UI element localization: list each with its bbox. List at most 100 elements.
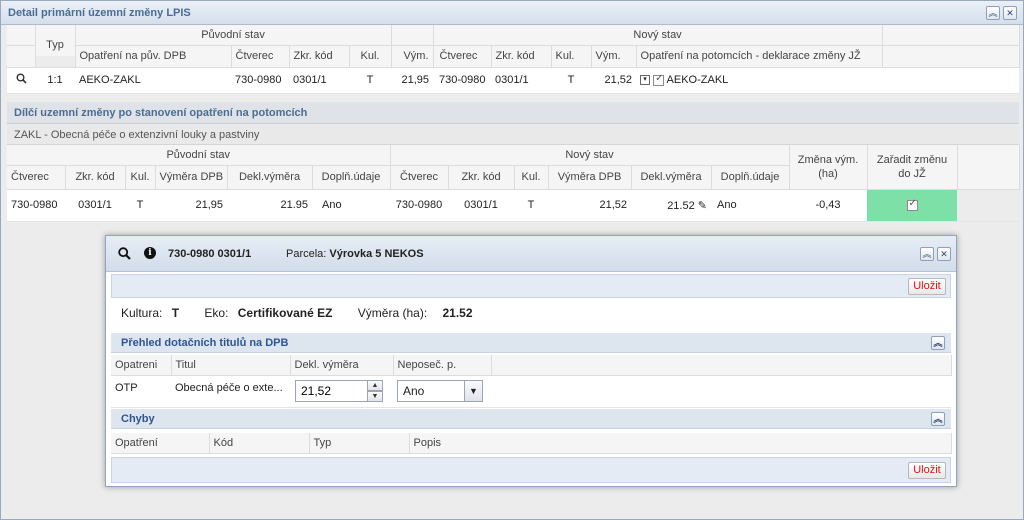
kultura-value: T xyxy=(171,306,180,320)
col-header-new-opatreni: Opatření na potomcích - deklarace změny … xyxy=(636,45,883,68)
col-header-zmena: Změna vým. xyxy=(797,153,859,166)
close-icon[interactable]: ✕ xyxy=(1003,6,1017,20)
eko-label: Eko: xyxy=(204,306,229,320)
group-header-original: Původní stav xyxy=(75,25,392,46)
collapse-icon[interactable]: ︽ xyxy=(986,6,1000,20)
row2-kul: T xyxy=(125,189,155,222)
row2-new-dekl: 21.52 xyxy=(667,199,695,212)
chevron-down-icon[interactable]: ▼ xyxy=(464,381,482,401)
eko-value: Certifikované EZ xyxy=(237,306,333,320)
parcel-detail-popup: i 730-0980 0301/1 Parcela: Výrovka 5 NEK… xyxy=(105,235,957,487)
spin-down-icon[interactable]: ▼ xyxy=(367,391,383,402)
col2-header-zkr-kod: Zkr. kód xyxy=(65,165,126,190)
vymera-value: 21.52 xyxy=(442,306,473,320)
col2-header-dekl: Dekl.výměra xyxy=(227,165,313,190)
col2-header-new-vymera-dpb: Výměra DPB xyxy=(548,165,632,190)
row2-dopln: Ano xyxy=(312,189,390,222)
col-header-zaradit: Zařadit změnu xyxy=(876,153,948,166)
row-new-ctverec: 730-0980 xyxy=(433,67,492,94)
spin-up-icon[interactable]: ▲ xyxy=(367,380,383,391)
titles-header-neposec: Neposeč. p. xyxy=(393,355,492,376)
col-header-opatreni: Opatření na pův. DPB xyxy=(75,45,232,68)
col-header-zmena-unit: (ha) xyxy=(818,167,838,180)
row2-dekl: 21.95 xyxy=(227,189,312,222)
assign-change-checkbox[interactable] xyxy=(906,198,918,211)
row-new-kul: T xyxy=(551,67,592,94)
parcel-label: Parcela: xyxy=(286,248,327,260)
vymera-label: Výměra (ha): xyxy=(357,306,428,320)
errors-section-title: Chyby xyxy=(121,413,155,425)
col2-header-new-zkr-kod: Zkr. kód xyxy=(448,165,515,190)
errors-table: Opatření Kód Typ Popis xyxy=(111,433,952,454)
top-table: Původní stav Nový stav Typ Opatření na p… xyxy=(7,25,1020,94)
row-typ: 1:1 xyxy=(35,67,75,94)
errors-header-typ: Typ xyxy=(309,433,410,454)
titles-row-opatreni: OTP xyxy=(111,375,171,408)
col-header-new-zkr-kod: Zkr. kód xyxy=(491,45,552,68)
save-button-bottom[interactable]: Uložit xyxy=(908,462,946,479)
col2-header-ctverec: Čtverec xyxy=(7,165,66,190)
col-header-zkr-kod: Zkr. kód xyxy=(289,45,350,68)
row2-zkr-kod: 0301/1 xyxy=(65,189,125,222)
neposec-select[interactable]: Ano ▼ xyxy=(397,380,483,402)
pencil-icon[interactable]: ✎ xyxy=(698,200,707,212)
row-kul: T xyxy=(349,67,392,94)
parcel-info-row: Kultura: T Eko: Certifikované EZ Výměra … xyxy=(121,306,495,320)
col2-header-new-kul: Kul. xyxy=(514,165,549,190)
titles-header-opatreni: Opatreni xyxy=(111,355,172,376)
titles-section-title: Přehled dotačních titulů na DPB xyxy=(121,337,289,349)
popup-block-code: 730-0980 0301/1 xyxy=(168,248,252,260)
row-new-vym: 21,52 xyxy=(591,67,637,94)
col2-header-new-ctverec: Čtverec xyxy=(390,165,449,190)
row2-new-vymera-dpb: 21,52 xyxy=(548,189,631,222)
row-zkr-kod: 0301/1 xyxy=(289,67,349,94)
window-header: Detail primární územní změny LPIS ︽ ✕ xyxy=(1,1,1023,25)
popup-toolbar-top: Uložit xyxy=(111,274,951,298)
row-vym: 21,95 xyxy=(391,67,434,94)
expand-icon[interactable]: ▾ xyxy=(640,75,651,86)
window-title: Detail primární územní změny LPIS xyxy=(8,7,191,19)
search-icon[interactable] xyxy=(7,67,35,94)
collapse-icon[interactable]: ︽ xyxy=(931,336,945,350)
row-new-zkr-kod: 0301/1 xyxy=(491,67,552,94)
neposec-value: Ano xyxy=(403,384,425,398)
close-icon[interactable]: ✕ xyxy=(937,247,951,261)
partial-changes-section: Dílčí uzemní změny po stanovení opatření… xyxy=(7,102,1019,124)
row-new-opatreni: AEKO-ZAKL xyxy=(666,74,729,86)
parcel-value: Výrovka 5 NEKOS xyxy=(329,248,424,260)
row-opatreni: AEKO-ZAKL xyxy=(75,67,231,94)
col-header-zaradit-2: do JŽ xyxy=(898,167,926,180)
collapse-icon[interactable]: ︽ xyxy=(931,412,945,426)
col-header-ctverec: Čtverec xyxy=(231,45,290,68)
partial-changes-subtitle: ZAKL - Obecná péče o extenzivní louky a … xyxy=(7,125,1019,145)
search-icon[interactable] xyxy=(118,247,131,263)
errors-header-popis: Popis xyxy=(409,433,952,454)
titles-row-titul: Obecná péče o exte... xyxy=(171,375,290,408)
col-header-new-vym: Vým. xyxy=(591,45,637,68)
collapse-icon[interactable]: ︽ xyxy=(920,247,934,261)
kultura-label: Kultura: xyxy=(121,306,163,320)
col-header-new-ctverec: Čtverec xyxy=(433,45,492,68)
partial-changes-table: Původní stav Nový stav Změna vým. (ha) Z… xyxy=(7,145,1020,222)
info-icon[interactable]: i xyxy=(144,247,156,259)
popup-toolbar-bottom: Uložit xyxy=(111,457,951,483)
row2-ctverec: 730-0980 xyxy=(7,189,65,222)
col-header-kul: Kul. xyxy=(349,45,392,68)
errors-section-header: Chyby ︽ xyxy=(111,409,951,429)
row2-new-dopln: Ano xyxy=(711,189,790,222)
errors-header-kod: Kód xyxy=(209,433,310,454)
titles-table: Opatreni Titul Dekl. výměra Neposeč. p. … xyxy=(111,355,952,408)
col2-header-new-dopln: Doplň.údaje xyxy=(711,165,790,190)
row2-new-ctverec: 730-0980 xyxy=(390,189,448,222)
col-header-typ: Typ xyxy=(35,34,76,57)
row2-zmena: -0,43 xyxy=(789,189,868,222)
popup-header: i 730-0980 0301/1 Parcela: Výrovka 5 NEK… xyxy=(106,236,956,272)
row2-new-kul: T xyxy=(514,189,548,222)
col-header-new-kul: Kul. xyxy=(551,45,592,68)
group-header-original-2: Původní stav xyxy=(7,145,391,166)
save-button[interactable]: Uložit xyxy=(908,278,946,295)
titles-header-titul: Titul xyxy=(171,355,291,376)
col-header-vym: Vým. xyxy=(391,45,434,68)
opatreni-checkbox[interactable] xyxy=(653,73,665,86)
col2-header-dopln: Doplň.údaje xyxy=(312,165,391,190)
